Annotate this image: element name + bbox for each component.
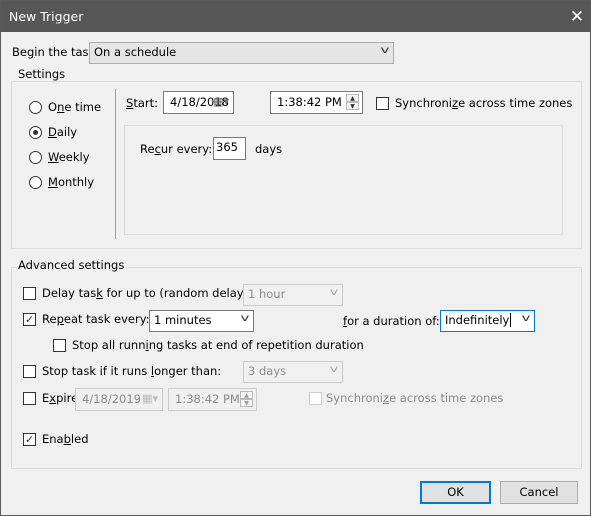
advanced-settings-legend: Advanced settings xyxy=(16,258,127,272)
repeat-checkbox[interactable]: ✓ xyxy=(23,313,36,326)
spin-down-icon[interactable]: ▼ xyxy=(346,102,359,110)
expire-sync-label: Synchronize across time zones xyxy=(326,391,504,405)
stop-task-label: Stop task if it runs longer than: xyxy=(42,364,222,378)
sync-checkbox[interactable] xyxy=(376,97,389,110)
radio-label-one-time: One time xyxy=(48,100,102,114)
start-time-picker[interactable]: 1:38:42 PM ▲ ▼ xyxy=(270,91,363,114)
spin-up-icon[interactable]: ▲ xyxy=(240,391,253,399)
chevron-down-icon: v xyxy=(329,287,339,298)
delay-label: Delay task for up to (random delay): xyxy=(42,286,252,300)
close-icon[interactable]: ✕ xyxy=(564,1,590,32)
title-bar: New Trigger ✕ xyxy=(1,1,590,32)
expire-date-value: 4/18/2019 xyxy=(82,392,141,406)
chevron-down-icon: v xyxy=(240,313,250,324)
radio-weekly[interactable] xyxy=(29,151,42,164)
time-spinner[interactable]: ▲ ▼ xyxy=(346,94,359,111)
stop-all-label: Stop all running tasks at end of repetit… xyxy=(72,338,364,352)
new-trigger-dialog: New Trigger ✕ Begin the task: On a sched… xyxy=(0,0,591,516)
radio-label-monthly: Monthly xyxy=(48,175,95,189)
time-spinner[interactable]: ▲ ▼ xyxy=(240,391,253,408)
radio-monthly[interactable] xyxy=(29,176,42,189)
expire-date-picker[interactable]: 4/18/2019 ▦▾ xyxy=(75,388,163,411)
radio-one-time[interactable] xyxy=(29,101,42,114)
spin-up-icon[interactable]: ▲ xyxy=(346,94,359,102)
recur-unit: days xyxy=(255,142,283,156)
expire-checkbox[interactable] xyxy=(23,392,36,405)
repeat-interval-select[interactable]: 1 minutes v xyxy=(149,310,254,332)
duration-select[interactable]: Indefinitely v xyxy=(440,310,535,332)
delay-checkbox[interactable] xyxy=(23,287,36,300)
recur-label: Recur every: xyxy=(140,142,213,156)
window-title: New Trigger xyxy=(9,9,84,24)
calendar-icon[interactable]: ▦▾ xyxy=(213,95,229,108)
stop-task-checkbox[interactable] xyxy=(23,365,36,378)
expire-time-picker[interactable]: 1:38:42 PM ▲ ▼ xyxy=(168,388,257,411)
expire-time-value: 1:38:42 PM xyxy=(175,392,240,406)
enabled-label: Enabled xyxy=(42,432,89,446)
repeat-label: Repeat task every: xyxy=(42,312,150,326)
chevron-down-icon: v xyxy=(380,45,390,56)
begin-task-value: On a schedule xyxy=(94,45,177,59)
radio-label-weekly: Weekly xyxy=(48,150,90,164)
recur-input[interactable]: 365 xyxy=(213,137,246,160)
stop-task-select[interactable]: 3 days v xyxy=(243,361,343,383)
spin-down-icon[interactable]: ▼ xyxy=(240,399,253,407)
calendar-icon[interactable]: ▦▾ xyxy=(142,392,158,405)
chevron-down-icon: v xyxy=(521,313,531,324)
separator xyxy=(115,89,116,239)
delay-select[interactable]: 1 hour v xyxy=(243,284,343,306)
settings-legend: Settings xyxy=(16,67,68,81)
start-time-value: 1:38:42 PM xyxy=(277,95,342,109)
ok-button[interactable]: OK xyxy=(420,481,491,504)
begin-task-label: Begin the task: xyxy=(12,45,100,59)
repeat-interval-value: 1 minutes xyxy=(154,313,212,327)
recur-value: 365 xyxy=(216,140,238,154)
cancel-button[interactable]: Cancel xyxy=(500,481,578,504)
delay-value: 1 hour xyxy=(248,287,286,301)
start-date-picker[interactable]: 4/18/2018 ▦▾ xyxy=(163,91,234,114)
sync-label: Synchronize across time zones xyxy=(395,96,573,110)
stop-all-checkbox[interactable] xyxy=(53,339,66,352)
duration-label: for a duration of: xyxy=(343,314,440,328)
begin-task-select[interactable]: On a schedule v xyxy=(89,42,394,64)
start-label: Start: xyxy=(126,96,158,110)
expire-sync-checkbox[interactable] xyxy=(309,392,322,405)
enabled-checkbox[interactable]: ✓ xyxy=(23,433,36,446)
stop-task-value: 3 days xyxy=(248,364,287,378)
radio-daily[interactable] xyxy=(29,126,42,139)
duration-value: Indefinitely xyxy=(445,313,512,327)
chevron-down-icon: v xyxy=(329,364,339,375)
radio-label-daily: Daily xyxy=(48,125,78,139)
